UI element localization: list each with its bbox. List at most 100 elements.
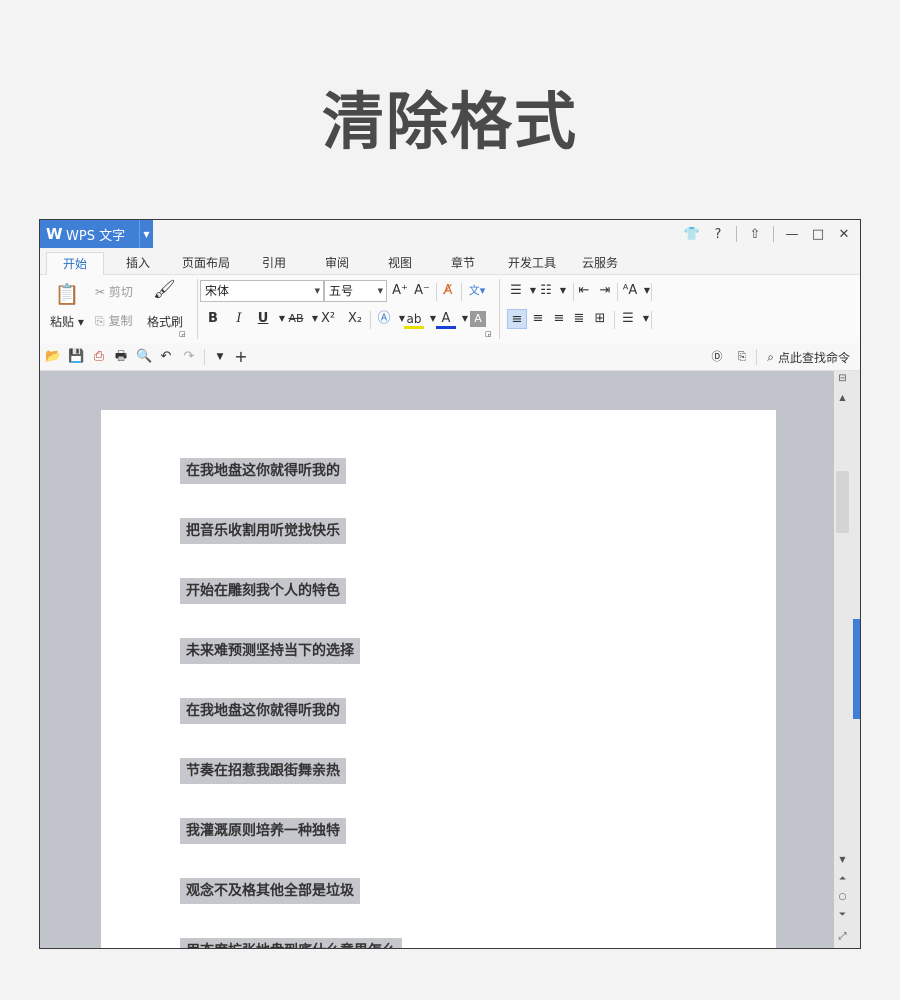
copy-button[interactable]: ⎘ 复制	[95, 312, 132, 329]
grow-font-button[interactable]: A⁺	[390, 281, 410, 301]
divider	[461, 283, 462, 301]
page-heading: 清除格式	[321, 85, 578, 158]
copy-label: 复制	[108, 314, 133, 328]
search-icon: ⌕	[767, 350, 774, 364]
bold-button[interactable]: B	[203, 309, 223, 329]
tab-references[interactable]: 引用	[254, 252, 294, 275]
text-line[interactable]: 节奏在招惹我跟街舞亲热	[180, 758, 346, 784]
align-right-icon[interactable]: ≡	[549, 309, 569, 329]
font-dialog-launcher-icon[interactable]: ◲	[485, 330, 492, 338]
tab-cloud-services[interactable]: 云服务	[578, 252, 622, 275]
doc-tools-icon[interactable]: ⎘	[734, 349, 750, 365]
align-left-icon[interactable]: ≡	[507, 309, 527, 329]
maximize-icon[interactable]: □	[806, 222, 830, 246]
split-view-icon[interactable]: ⊟	[834, 373, 851, 384]
command-search[interactable]: ⌕ 点此查找命令	[767, 349, 850, 366]
chevron-down-icon[interactable]: ▼	[212, 349, 228, 365]
help-icon[interactable]: ?	[706, 222, 730, 246]
text-line[interactable]: 在我地盘这你就得听我的	[180, 698, 346, 724]
highlight-icon[interactable]: ab	[404, 309, 424, 329]
scrollbar-thumb[interactable]	[836, 471, 849, 533]
save-icon[interactable]: 💾	[68, 349, 84, 365]
paste-button[interactable]: 粘贴 ▾	[50, 313, 84, 330]
close-icon[interactable]: ✕	[832, 222, 856, 246]
quick-access-toolbar: 📂 💾 ⎙ 🖶 🔍 ↶ ↷ ▼ + Ⓓ ⎘ ⌕ 点此查找命令	[40, 343, 860, 371]
translate-icon[interactable]: Ⓓ	[709, 349, 725, 365]
text-line[interactable]: 在我地盘这你就得听我的	[180, 458, 346, 484]
distributed-align-icon[interactable]: ⊞	[590, 309, 610, 329]
ribbon: 📋 粘贴 ▾ ✂ 剪切 ⎘ 复制 🖌 格式刷 宋体 ▼ 五号 ▼ A⁺ A⁻ A̸ …	[40, 275, 860, 343]
underline-button[interactable]: U	[253, 309, 273, 329]
tab-review[interactable]: 审阅	[317, 252, 357, 275]
align-center-icon[interactable]: ≡	[528, 309, 548, 329]
export-pdf-icon[interactable]: ⎙	[91, 349, 107, 365]
justify-icon[interactable]: ≣	[569, 309, 589, 329]
paste-icon[interactable]: 📋	[54, 281, 80, 307]
tab-view[interactable]: 视图	[380, 252, 420, 275]
font-color-button[interactable]: A	[436, 309, 456, 329]
collapse-ribbon-icon[interactable]: ⇧	[743, 222, 767, 246]
font-name-select[interactable]: 宋体 ▼	[200, 280, 324, 302]
scroll-down-icon[interactable]: ▼	[834, 855, 851, 864]
chevron-down-icon[interactable]: ▼	[637, 281, 657, 301]
font-size-value: 五号	[329, 284, 354, 298]
add-icon[interactable]: +	[233, 349, 249, 365]
tab-sections[interactable]: 章节	[443, 252, 483, 275]
decrease-indent-icon[interactable]: ⇤	[574, 281, 594, 301]
line-spacing-icon[interactable]: ☰	[618, 309, 638, 329]
text-line[interactable]: 开始在雕刻我个人的特色	[180, 578, 346, 604]
divider	[436, 283, 437, 301]
tab-insert[interactable]: 插入	[118, 252, 158, 275]
fullscreen-icon[interactable]: ⤢	[834, 931, 851, 942]
open-folder-icon[interactable]: 📂	[45, 349, 61, 365]
side-panel-toggle[interactable]	[853, 619, 860, 719]
chevron-down-icon[interactable]: ▼	[140, 230, 153, 239]
shrink-font-button[interactable]: A⁻	[412, 281, 432, 301]
print-icon[interactable]: 🖶	[113, 349, 129, 365]
title-bar: W WPS 文字 ▼ 👕 ? ⇧ — □ ✕	[40, 220, 860, 248]
font-size-select[interactable]: 五号 ▼	[324, 280, 387, 302]
text-line[interactable]: 把音乐收割用听觉找快乐	[180, 518, 346, 544]
phonetic-guide-icon[interactable]: 文▾	[463, 281, 491, 301]
divider	[773, 226, 774, 242]
document-area[interactable]: 在我地盘这你就得听我的 把音乐收割用听觉找快乐 开始在雕刻我个人的特色 未来难预…	[40, 371, 834, 948]
app-name: WPS 文字	[66, 228, 126, 244]
superscript-button[interactable]: X²	[317, 309, 339, 329]
cut-button[interactable]: ✂ 剪切	[95, 283, 133, 300]
window-controls: 👕 ? ⇧ — □ ✕	[680, 220, 856, 248]
text-line[interactable]: 用态度扩张地盘到底什么意思怎么	[180, 938, 402, 948]
tab-page-layout[interactable]: 页面布局	[178, 252, 234, 275]
italic-button[interactable]: I	[229, 309, 249, 329]
char-shading-icon[interactable]: A	[470, 311, 486, 327]
document-page[interactable]: 在我地盘这你就得听我的 把音乐收割用听觉找快乐 开始在雕刻我个人的特色 未来难预…	[101, 410, 776, 948]
previous-page-icon[interactable]: ⏶	[834, 874, 851, 884]
next-page-icon[interactable]: ⏷	[834, 910, 851, 920]
chevron-down-icon[interactable]: ▼	[553, 281, 573, 301]
print-preview-icon[interactable]: 🔍	[136, 349, 152, 365]
minimize-icon[interactable]: —	[780, 222, 804, 246]
select-browse-object-icon[interactable]: ○	[834, 892, 851, 902]
format-painter-icon[interactable]: 🖌	[153, 280, 176, 300]
clipboard-dialog-launcher-icon[interactable]: ◲	[179, 330, 186, 338]
clear-format-icon[interactable]: A̸	[438, 281, 458, 301]
text-line[interactable]: 我灌溉原则培养一种独特	[180, 818, 346, 844]
text-line[interactable]: 未来难预测坚持当下的选择	[180, 638, 360, 664]
skin-shirt-icon[interactable]: 👕	[680, 222, 704, 246]
vertical-scrollbar[interactable]: ⊟ ▲ ▼ ⏶ ○ ⏷ ⤢	[834, 371, 851, 948]
undo-icon[interactable]: ↶	[158, 349, 174, 365]
side-panel	[851, 371, 860, 948]
tab-developer[interactable]: 开发工具	[504, 252, 560, 275]
divider	[651, 283, 652, 301]
tab-home[interactable]: 开始	[46, 252, 104, 275]
app-menu-button[interactable]: W WPS 文字 ▼	[40, 220, 153, 248]
subscript-button[interactable]: X₂	[344, 309, 366, 329]
format-painter-button[interactable]: 格式刷	[147, 313, 183, 330]
text-effect-icon[interactable]: Ⓐ	[374, 309, 394, 329]
chevron-down-icon: ▼	[314, 287, 320, 295]
increase-indent-icon[interactable]: ⇥	[595, 281, 615, 301]
text-line[interactable]: 观念不及格其他全部是垃圾	[180, 878, 360, 904]
chevron-down-icon[interactable]: ▼	[636, 309, 656, 329]
scroll-up-icon[interactable]: ▲	[834, 393, 851, 402]
divider	[756, 349, 757, 365]
redo-icon[interactable]: ↷	[181, 349, 197, 365]
